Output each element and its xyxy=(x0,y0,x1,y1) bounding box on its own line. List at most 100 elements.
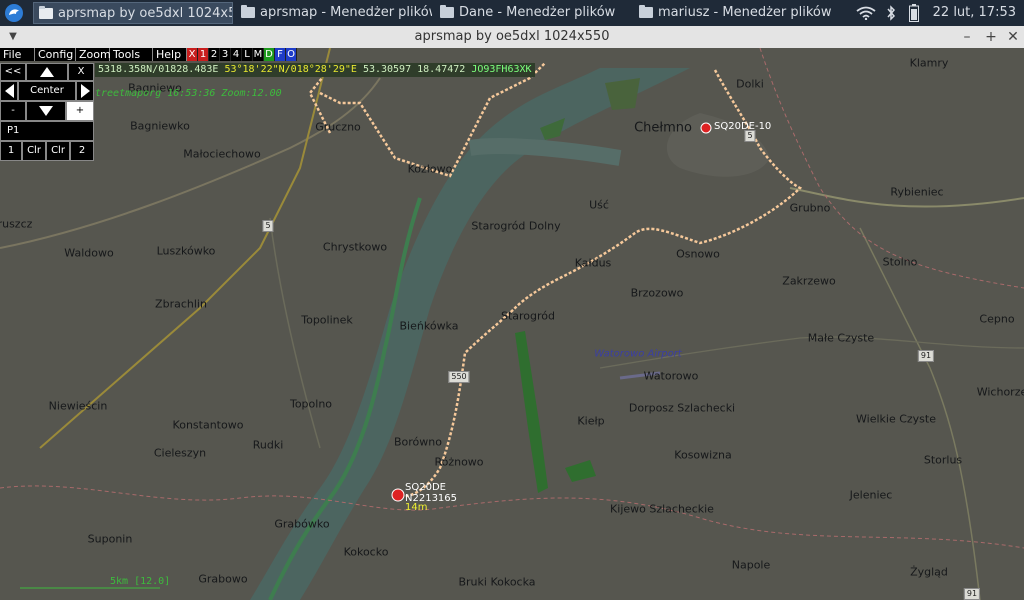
place-label: Grabówko xyxy=(274,517,330,531)
task-label: aprsmap by oe5dxl 1024x550 xyxy=(58,6,232,21)
indicator-d[interactable]: D xyxy=(264,48,275,61)
window-title: aprsmap by oe5dxl 1024x550 xyxy=(414,29,610,44)
wifi-icon[interactable] xyxy=(856,6,876,21)
place-label: Cepno xyxy=(979,312,1015,326)
pan-left-button[interactable] xyxy=(0,81,18,101)
place-label: Grabowo xyxy=(198,572,248,586)
station-callsign[interactable]: SQ20DE xyxy=(405,482,446,493)
pan-down-button[interactable] xyxy=(26,101,66,121)
task-filemanager-dane[interactable]: Dane - Menedżer plików xyxy=(435,2,631,24)
scale-label: 5km [12.0] xyxy=(110,576,171,587)
system-tray: 22 lut, 17:53 xyxy=(856,0,1016,26)
clear2-button[interactable]: Clr xyxy=(46,141,70,161)
locator: JO93FH63XK xyxy=(471,64,532,75)
road xyxy=(269,217,321,449)
arrow-left-icon xyxy=(4,84,14,98)
road-number: 91 xyxy=(963,588,981,600)
indicator-3[interactable]: 3 xyxy=(220,48,231,61)
zoom-in-button[interactable]: + xyxy=(66,101,94,121)
zoom-out-button[interactable]: - xyxy=(0,101,26,121)
clock[interactable]: 22 lut, 17:53 xyxy=(933,5,1016,20)
window-menu-chevron-down-icon[interactable]: ▼ xyxy=(2,26,24,48)
pan-right-button[interactable] xyxy=(76,81,94,101)
slot1-button[interactable]: 1 xyxy=(0,141,22,161)
task-filemanager-aprsmap[interactable]: aprsmap - Menedżer plików xyxy=(236,2,432,24)
task-label: Dane - Menedżer plików xyxy=(459,5,616,20)
place-label: Wielkie Czyste xyxy=(856,412,936,426)
place-label: Zbrachlin xyxy=(155,297,207,311)
arrow-up-icon xyxy=(40,67,54,77)
place-label: Kijewo Szlacheckie xyxy=(610,502,714,516)
status-line: treetmaporg 16:53:36 Zoom:12.00 xyxy=(95,88,282,99)
menu-help[interactable]: Help xyxy=(153,48,187,61)
place-label: Waldowo xyxy=(64,246,114,260)
station-icon[interactable] xyxy=(391,488,405,502)
indicator-l[interactable]: L xyxy=(242,48,253,61)
place-label: Kokocko xyxy=(343,545,389,559)
place-label: Uść xyxy=(589,198,609,212)
minimize-button[interactable]: – xyxy=(956,26,978,48)
place-label: Chrystkowo xyxy=(322,240,388,254)
clear1-button[interactable]: Clr xyxy=(22,141,46,161)
place-label: ruszcz xyxy=(0,217,33,231)
indicator-2[interactable]: 2 xyxy=(209,48,220,61)
place-label: Suponin xyxy=(87,532,133,546)
forest-patch xyxy=(565,460,596,482)
place-label: Topolinek xyxy=(301,313,353,327)
task-filemanager-mariusz[interactable]: mariusz - Menedżer plików xyxy=(634,2,834,24)
pan-up-button[interactable] xyxy=(26,63,68,81)
folder-icon xyxy=(241,5,255,18)
back-button[interactable]: << xyxy=(0,63,26,81)
task-aprsmap[interactable]: aprsmap by oe5dxl 1024x550 xyxy=(33,2,233,24)
map-canvas[interactable]: Bagniewo Bagniewko Małociechowo Gruczno … xyxy=(0,48,1024,600)
battery-icon[interactable] xyxy=(908,4,919,22)
road-number: 550 xyxy=(448,371,470,383)
indicator-f[interactable]: F xyxy=(275,48,286,61)
place-label: Cieleszyn xyxy=(153,446,207,460)
place-label: Rudki xyxy=(252,438,284,452)
coords-decimal: 53.30597 18.47472 xyxy=(362,64,466,75)
place-label: Borówno xyxy=(394,435,442,449)
place-label: Stolno xyxy=(882,255,918,269)
station-callsign[interactable]: SQ20DE-10 xyxy=(714,121,771,132)
place-label: Różnowo xyxy=(434,455,484,469)
place-label: Niewieścin xyxy=(48,399,108,413)
place-label: Starogród Dolny xyxy=(471,219,561,233)
boundary xyxy=(759,48,1024,289)
place-label: Kiełp xyxy=(577,414,605,428)
indicator-x[interactable]: X xyxy=(187,48,198,61)
station-icon[interactable] xyxy=(700,122,712,134)
close-button[interactable]: ✕ xyxy=(1002,26,1024,48)
window-titlebar[interactable]: ▼ aprsmap by oe5dxl 1024x550 – + ✕ xyxy=(0,26,1024,49)
forest-strip xyxy=(515,331,548,493)
arrow-right-icon xyxy=(80,84,90,98)
indicator-1[interactable]: 1 xyxy=(198,48,209,61)
place-label: Storlus xyxy=(923,453,963,467)
arrow-down-icon xyxy=(39,106,53,116)
app-menu-icon[interactable] xyxy=(4,3,24,23)
indicator-4[interactable]: 4 xyxy=(231,48,242,61)
place-label: Napole xyxy=(731,558,771,572)
task-label: aprsmap - Menedżer plików xyxy=(260,5,432,20)
menu-zoom[interactable]: Zoom xyxy=(76,48,111,61)
indicator-m[interactable]: M xyxy=(253,48,264,61)
close-panel-button[interactable]: X xyxy=(68,63,94,81)
place-label: Małociechowo xyxy=(183,147,261,161)
place-label: Klamry xyxy=(909,56,949,70)
p1-button[interactable]: P1 xyxy=(0,121,94,141)
place-label: Dolki xyxy=(736,77,764,91)
bluetooth-icon[interactable] xyxy=(886,5,896,21)
center-button[interactable]: Center xyxy=(18,81,76,101)
slot2-button[interactable]: 2 xyxy=(70,141,94,161)
maximize-button[interactable]: + xyxy=(980,26,1002,48)
road-number: 5 xyxy=(262,220,274,232)
road-number: 91 xyxy=(917,350,935,362)
menu-config[interactable]: Config xyxy=(35,48,76,61)
place-label: Osnowo xyxy=(676,247,720,261)
place-label: Kosowizna xyxy=(674,448,732,462)
indicator-o[interactable]: O xyxy=(286,48,297,61)
place-label: Kałdus xyxy=(574,256,612,270)
menu-tools[interactable]: Tools xyxy=(110,48,153,61)
menu-file[interactable]: File xyxy=(0,48,35,61)
taskbar: aprsmap by oe5dxl 1024x550 aprsmap - Men… xyxy=(0,0,1024,26)
